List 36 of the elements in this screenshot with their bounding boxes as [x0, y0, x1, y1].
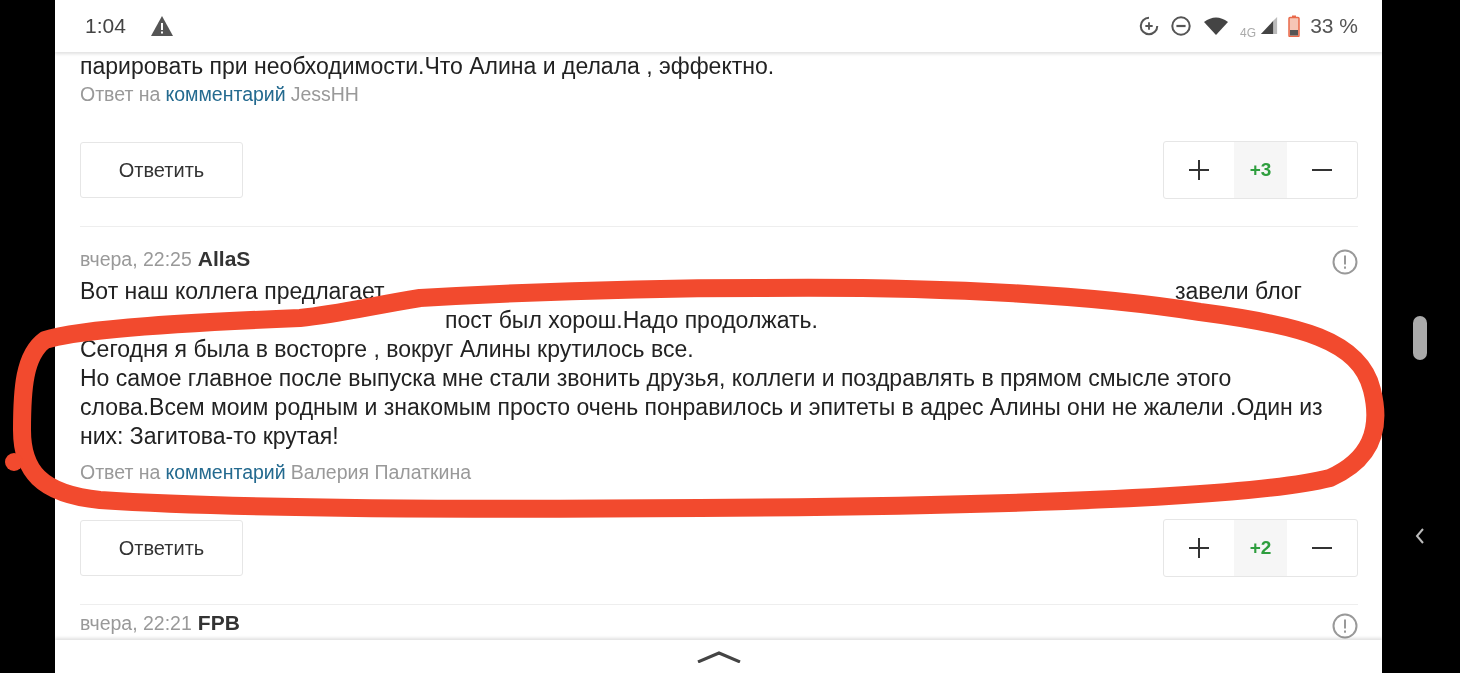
comment-date: вчера, 22:21: [80, 612, 192, 635]
comment-text: них: Загитова-то крутая!: [80, 423, 339, 450]
comment-text: Сегодня я была в восторге , вокруг Алины крутилось все.: [80, 336, 694, 363]
warning-icon: [149, 15, 174, 37]
comment-text: парировать при необходимости.Что Алина и делала , эффектно.: [80, 53, 775, 80]
comment-date: вчера, 22:25: [80, 248, 192, 271]
plus-icon[interactable]: [1188, 537, 1210, 559]
data-saver-icon: [1138, 15, 1161, 37]
chevron-up-icon[interactable]: [696, 650, 741, 663]
reply-label: Ответ на: [80, 82, 161, 106]
do-not-disturb-icon: [1170, 15, 1193, 37]
reply-label: Ответ на: [80, 460, 161, 484]
chevron-left-icon[interactable]: [1415, 528, 1425, 544]
signal-icon: [1260, 17, 1279, 35]
comment-link[interactable]: комментарий: [165, 82, 286, 106]
battery-percent: 33 %: [1310, 14, 1358, 38]
report-icon[interactable]: [1332, 249, 1358, 275]
network-type: 4G: [1240, 26, 1257, 40]
scroll-handle[interactable]: [1413, 316, 1427, 360]
comment-author[interactable]: AllaS: [197, 247, 251, 271]
comment-text: слова.Всем моим родным и знакомым просто очень понравилось и эпитеты в адрес Алины они не жалели .Один из: [80, 394, 1323, 421]
comment-link[interactable]: комментарий: [165, 460, 286, 484]
vote-score: +2: [1234, 520, 1287, 576]
wifi-icon: [1202, 16, 1231, 36]
vote-score: +3: [1234, 142, 1287, 198]
comment-text: завели блог: [1175, 278, 1302, 305]
plus-icon[interactable]: [1188, 159, 1210, 181]
clock-time: 1:04: [85, 14, 126, 38]
comment-text: пост был хорош.Надо продолжать.: [445, 307, 818, 334]
reply-button[interactable]: Ответить: [80, 520, 243, 576]
comment-text: Но самое главное после выпуска мне стали звонить друзья, коллеги и поздравлять в прямом смысле этого: [80, 365, 1232, 392]
comment-author[interactable]: FPB: [197, 611, 240, 635]
reply-button[interactable]: Ответить: [80, 142, 243, 198]
comment-text: Вот наш коллега предлагает: [80, 278, 385, 305]
battery-icon: [1288, 15, 1301, 37]
report-icon[interactable]: [1332, 613, 1358, 639]
